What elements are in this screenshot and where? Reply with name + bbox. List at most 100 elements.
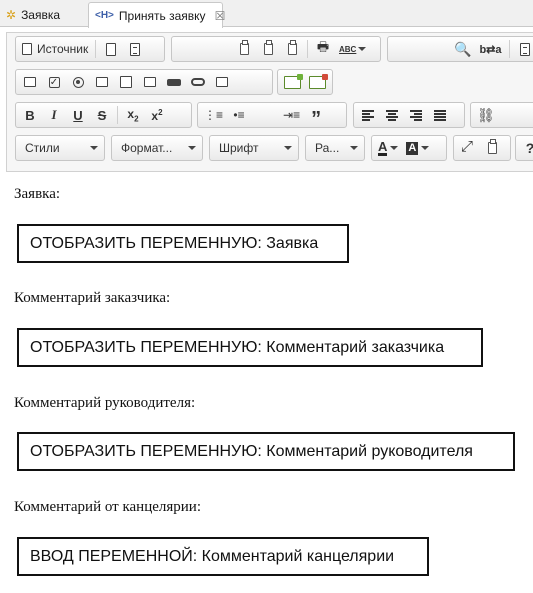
remove-variable-button[interactable] [305,71,330,93]
separator [117,106,118,124]
quote-icon: ” [311,108,322,130]
separator [307,40,308,58]
variable-field[interactable]: ОТОБРАЗИТЬ ПЕРЕМЕННУЮ: Заявка [17,224,349,263]
separator [95,40,97,58]
chevron-down-icon [350,146,358,150]
checkbox-icon: ✓ [48,76,60,88]
form-icon [24,77,36,87]
italic-icon: I [51,107,57,122]
help-icon: ? [526,140,533,156]
bulleted-list-button[interactable]: •≡ [227,104,251,126]
remove-variable-icon [309,73,328,89]
justify-button[interactable] [428,104,452,126]
button-icon [167,78,181,86]
checkbox-button[interactable]: ✓ [42,71,66,93]
find-button[interactable]: 🔍 [450,38,475,60]
align-left-button[interactable] [356,104,380,126]
size-label: Ра... [315,141,340,155]
colors-group: A A [371,135,447,161]
editor-toolbar: Источник 🖶 ABC 🔍 b⇄a ✓ B I U S x2 x2 ⋮≡ … [6,32,533,172]
select-icon [144,77,156,87]
paste-icon [263,40,273,55]
select-all-button[interactable] [513,38,533,60]
format-select[interactable]: Формат... [111,135,203,161]
align-center-icon [386,109,398,121]
superscript-button[interactable]: x2 [145,104,169,126]
textfield-button[interactable] [90,71,114,93]
input-variable-field[interactable]: ВВОД ПЕРЕМЕННОЙ: Комментарий канцелярии [17,537,429,576]
size-select[interactable]: Ра... [305,135,365,161]
copy-button[interactable] [232,38,256,60]
print-icon: 🖶 [316,39,330,54]
align-left-icon [362,109,374,121]
search-icon: 🔍 [454,40,472,57]
tab-zayavka[interactable]: ✲ Заявка [0,3,66,27]
chevron-down-icon [390,146,399,150]
text-color-button[interactable]: A [374,137,402,159]
underline-icon: U [73,107,83,123]
textarea-icon [120,76,132,88]
separator [508,40,510,58]
paragraph-group: ⋮≡ •≡ ⇥≡ ” [197,102,347,130]
align-center-button[interactable] [380,104,404,126]
source-label: Источник [37,42,89,56]
print-button[interactable]: 🖶 [311,38,335,60]
font-select[interactable]: Шрифт [209,135,299,161]
tools-group [453,135,511,161]
variable-field[interactable]: ОТОБРАЗИТЬ ПЕРЕМЕННУЮ: Комментарий руков… [17,432,515,471]
hidden-field-button[interactable] [210,71,234,93]
select-all-icon [519,42,530,56]
radio-button[interactable] [66,71,90,93]
variable-field[interactable]: ОТОБРАЗИТЬ ПЕРЕМЕННУЮ: Комментарий заказ… [17,328,483,367]
link-button[interactable]: ⛓ [473,104,499,126]
html-icon: <H> [95,10,114,21]
links-group: ⛓ [470,102,533,128]
show-blocks-button[interactable] [480,137,504,159]
spellcheck-button[interactable]: ABC [335,38,370,60]
clipboard-group: 🖶 ABC [171,36,381,62]
textfield-icon [96,77,108,87]
preview-button[interactable] [123,38,147,60]
image-button-button[interactable] [186,71,210,93]
select-button[interactable] [138,71,162,93]
font-label: Шрифт [219,141,259,155]
styles-select[interactable]: Стили [15,135,105,161]
align-right-button[interactable] [404,104,428,126]
document-group: Источник [15,36,165,62]
paste-word-icon [287,40,297,55]
indent-button[interactable]: ⇥≡ [279,104,304,126]
underline-button[interactable]: U [66,104,90,126]
bg-color-icon: A [406,141,419,155]
form-icon: ✲ [6,8,17,22]
paste-word-button[interactable] [280,38,304,60]
numbered-list-button[interactable]: ⋮≡ [200,104,227,126]
replace-button[interactable]: b⇄a [475,38,505,60]
paste-button[interactable] [256,38,280,60]
show-blocks-icon [487,139,497,154]
label-customer-comment: Комментарий заказчика: [14,290,171,306]
close-icon[interactable]: ☒ [215,9,226,23]
insert-variable-button[interactable] [280,71,305,93]
tab-label: Принять заявку [118,8,206,23]
chevron-down-icon [90,146,98,150]
button-button[interactable] [162,71,186,93]
tab-prinyat-zayavku[interactable]: <H> Принять заявку ☒ [88,2,226,28]
strike-button[interactable]: S [90,104,114,126]
replace-icon: b⇄a [479,43,502,56]
source-button[interactable]: Источник [18,38,92,60]
hidden-field-icon [216,77,228,87]
form-button[interactable] [18,71,42,93]
help-button[interactable]: ? [518,137,533,159]
maximize-button[interactable] [456,137,480,159]
chevron-down-icon [358,47,367,51]
bg-color-button[interactable]: A [402,137,433,159]
textarea-button[interactable] [114,71,138,93]
new-page-button[interactable] [99,38,123,60]
forms-group: ✓ [15,69,273,95]
italic-button[interactable]: I [42,104,66,126]
blockquote-button[interactable]: ” [304,104,328,130]
subscript-button[interactable]: x2 [121,104,145,126]
bold-button[interactable]: B [18,104,42,126]
justify-icon [434,109,446,121]
label-office-comment: Комментарий от канцелярии: [14,499,201,515]
